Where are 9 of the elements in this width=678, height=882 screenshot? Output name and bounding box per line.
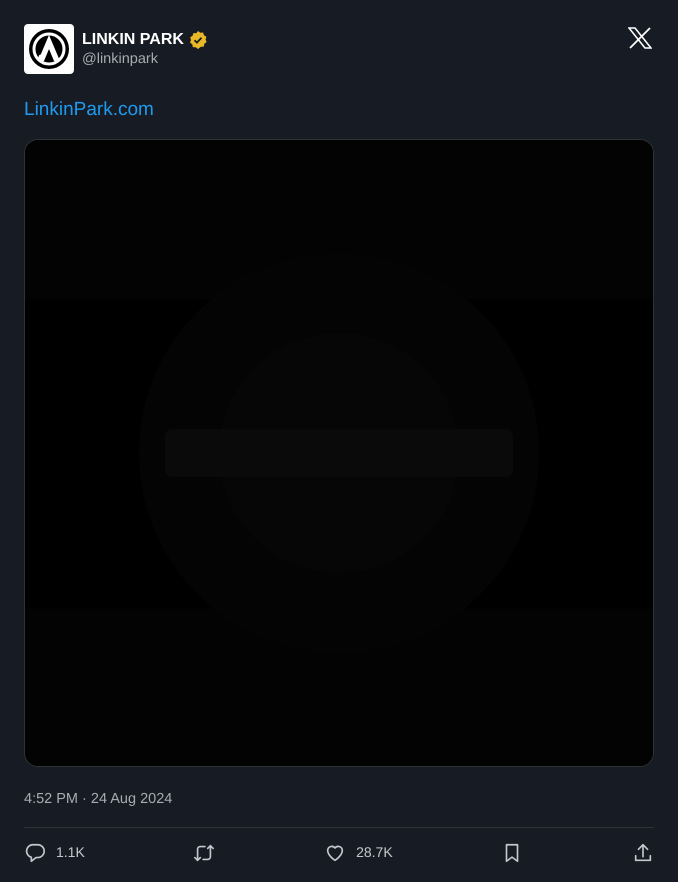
- speech-bubble-icon: [24, 842, 46, 864]
- account-name[interactable]: LINKIN PARK: [82, 30, 184, 50]
- account-handle[interactable]: @linkinpark: [82, 50, 208, 68]
- website-link[interactable]: LinkinPark.com: [24, 96, 154, 124]
- avatar[interactable]: [24, 24, 74, 74]
- like-button[interactable]: 28.7K: [324, 842, 393, 864]
- reply-button[interactable]: 1.1K: [24, 842, 85, 864]
- logo-icon[interactable]: [628, 27, 652, 49]
- post-timestamp[interactable]: 4:52 PM · 24 Aug 2024: [24, 788, 172, 810]
